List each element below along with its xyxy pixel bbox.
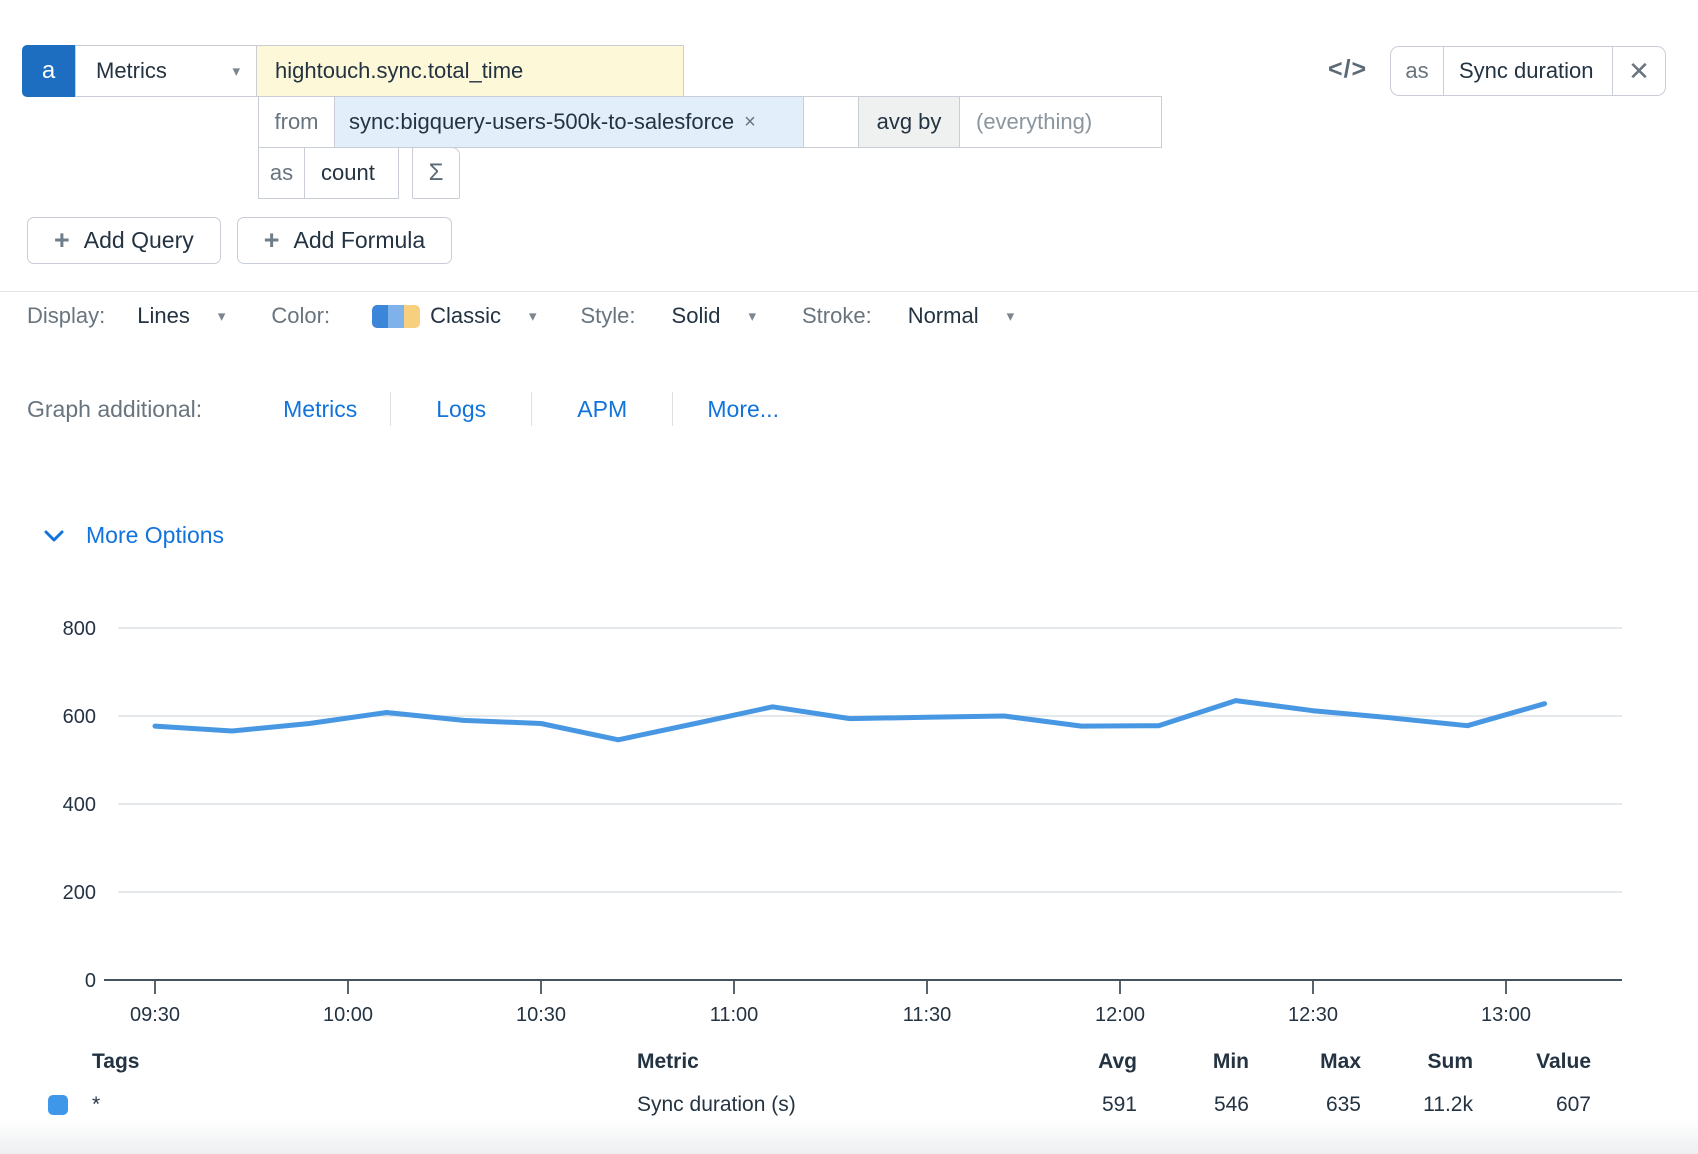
chevron-down-icon[interactable]: ▾ <box>748 307 756 325</box>
as-label: as <box>258 147 305 199</box>
add-formula-label: Add Formula <box>294 227 426 254</box>
color-label: Color: <box>271 303 330 329</box>
data-source-select[interactable]: Metrics ▾ <box>75 45 257 97</box>
graph-additional-apm-link[interactable]: APM <box>532 396 672 423</box>
action-buttons: + Add Query + Add Formula <box>27 217 452 264</box>
metric-query-editor: a Metrics ▾ hightouch.sync.total_time </… <box>0 0 1698 1154</box>
data-source-label: Metrics <box>96 58 167 84</box>
chevron-down-icon[interactable]: ▾ <box>218 307 226 325</box>
series-metric: Sync duration (s) <box>637 1093 1037 1117</box>
filter-tag-value: sync:bigquery-users-500k-to-salesforce <box>349 109 734 135</box>
graph-additional-metrics-link[interactable]: Metrics <box>250 396 390 423</box>
series-min: 546 <box>1137 1093 1249 1117</box>
metric-name-input[interactable]: hightouch.sync.total_time <box>256 45 684 97</box>
svg-text:12:30: 12:30 <box>1288 1004 1338 1026</box>
alias-group: as Sync duration ✕ <box>1390 46 1666 96</box>
series-tags: * <box>92 1093 637 1117</box>
query-row-as: as count Σ <box>258 147 460 199</box>
series-max: 635 <box>1249 1093 1361 1117</box>
plus-icon: + <box>54 227 70 254</box>
svg-text:13:00: 13:00 <box>1481 1004 1531 1026</box>
swatch-color-1 <box>372 305 388 328</box>
line-chart-svg: 0 200 400 600 800 09:30 10:00 10:30 11:00 11:30 12… <box>0 545 1698 1035</box>
display-options-row: Display: Lines ▾ Color: Classic ▾ Style:… <box>27 303 1014 329</box>
filter-input[interactable] <box>803 96 859 148</box>
add-query-label: Add Query <box>84 227 194 254</box>
chevron-down-icon: ▾ <box>232 62 240 80</box>
legend-series-row[interactable]: * Sync duration (s) 591 546 635 11.2k 60… <box>48 1082 1618 1128</box>
swatch-color-2 <box>388 305 404 328</box>
series-value: 607 <box>1473 1093 1591 1117</box>
col-min: Min <box>1137 1050 1249 1074</box>
col-max: Max <box>1249 1050 1361 1074</box>
swatch-color-3 <box>404 305 420 328</box>
sigma-advanced-button[interactable]: Σ <box>412 147 460 199</box>
legend-table: Tags Metric Avg Min Max Sum Value * Sync… <box>48 1042 1618 1128</box>
aggregator-button[interactable]: avg by <box>858 96 960 148</box>
style-select[interactable]: Solid <box>672 303 721 329</box>
graph-additional-more-link[interactable]: More... <box>673 396 813 423</box>
from-label: from <box>258 96 335 148</box>
timeseries-chart[interactable]: 0 200 400 600 800 09:30 10:00 10:30 11:00 11:30 12… <box>0 545 1698 1035</box>
svg-text:800: 800 <box>63 618 96 640</box>
alias-as-label: as <box>1391 47 1444 95</box>
display-type-select[interactable]: Lines <box>137 303 190 329</box>
rollup-select[interactable]: count <box>304 147 399 199</box>
svg-text:10:00: 10:00 <box>323 1004 373 1026</box>
add-formula-button[interactable]: + Add Formula <box>237 217 452 264</box>
series-sum: 11.2k <box>1361 1093 1473 1117</box>
group-by-input[interactable]: (everything) <box>959 96 1162 148</box>
col-sum: Sum <box>1361 1050 1473 1074</box>
filter-tag[interactable]: sync:bigquery-users-500k-to-salesforce × <box>334 96 804 148</box>
close-icon[interactable]: ✕ <box>1613 47 1665 95</box>
add-query-button[interactable]: + Add Query <box>27 217 221 264</box>
graph-additional-logs-link[interactable]: Logs <box>391 396 531 423</box>
graph-additional-label: Graph additional: <box>27 396 202 423</box>
color-palette-swatch[interactable] <box>372 305 420 328</box>
color-select[interactable]: Classic <box>430 303 501 329</box>
svg-text:10:30: 10:30 <box>516 1004 566 1026</box>
chevron-down-icon[interactable]: ▾ <box>529 307 537 325</box>
chevron-down-icon[interactable]: ▾ <box>1007 307 1015 325</box>
col-tags: Tags <box>92 1050 637 1074</box>
svg-text:09:30: 09:30 <box>130 1004 180 1026</box>
col-metric: Metric <box>637 1050 1037 1074</box>
col-value: Value <box>1473 1050 1591 1074</box>
code-view-icon[interactable]: </> <box>1328 55 1367 84</box>
remove-tag-icon[interactable]: × <box>744 111 756 134</box>
svg-text:200: 200 <box>63 882 96 904</box>
stroke-select[interactable]: Normal <box>908 303 979 329</box>
stroke-label: Stroke: <box>802 303 872 329</box>
metric-name-value: hightouch.sync.total_time <box>275 58 523 84</box>
legend-header-row: Tags Metric Avg Min Max Sum Value <box>48 1042 1618 1082</box>
alias-value: Sync duration <box>1459 58 1594 84</box>
svg-text:11:00: 11:00 <box>710 1004 759 1026</box>
series-avg: 591 <box>1037 1093 1137 1117</box>
svg-text:12:00: 12:00 <box>1095 1004 1145 1026</box>
style-label: Style: <box>581 303 636 329</box>
alias-input[interactable]: Sync duration <box>1444 47 1613 95</box>
svg-text:0: 0 <box>85 970 96 992</box>
query-letter-badge: a <box>22 45 75 97</box>
svg-text:11:30: 11:30 <box>903 1004 952 1026</box>
svg-text:400: 400 <box>63 794 96 816</box>
svg-text:600: 600 <box>63 706 96 728</box>
section-divider <box>0 291 1698 292</box>
graph-additional-row: Graph additional: Metrics Logs APM More.… <box>27 392 813 426</box>
chevron-down-icon <box>44 530 64 542</box>
plus-icon: + <box>264 227 280 254</box>
col-avg: Avg <box>1037 1050 1137 1074</box>
query-row-main: a Metrics ▾ hightouch.sync.total_time <box>22 45 684 97</box>
display-label: Display: <box>27 303 105 329</box>
series-color-swatch <box>48 1095 68 1115</box>
query-row-from: from sync:bigquery-users-500k-to-salesfo… <box>258 96 1162 148</box>
